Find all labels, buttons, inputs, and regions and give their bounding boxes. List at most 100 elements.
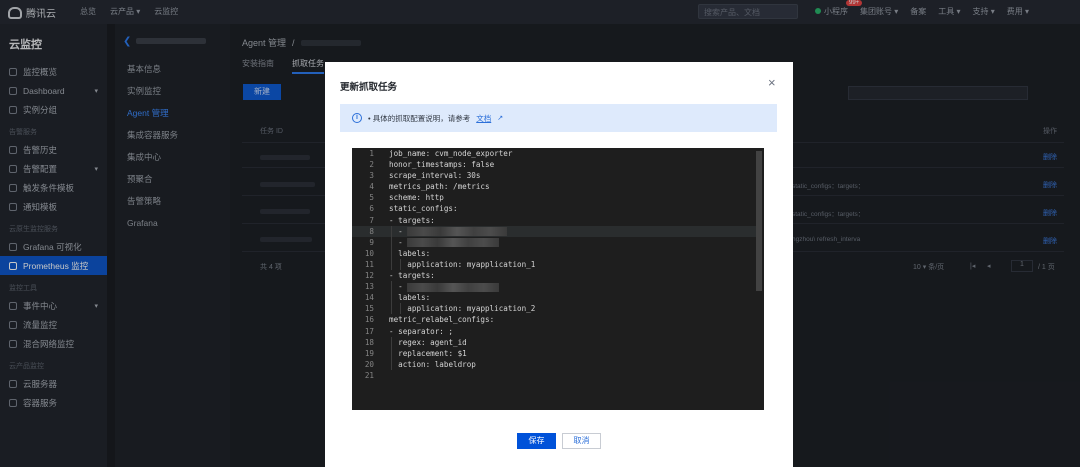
- code-line: 7 - targets:: [352, 215, 756, 226]
- code-text: action: labeldrop: [398, 359, 476, 369]
- info-icon: i: [352, 113, 362, 123]
- indent-guide: [391, 347, 392, 359]
- cancel-button[interactable]: 取消: [562, 433, 601, 449]
- line-number: 13: [364, 282, 374, 292]
- code-text-wrapper: scrape_interval: 30s: [374, 170, 480, 181]
- code-text-wrapper: labels:: [374, 292, 431, 304]
- line-number: 17: [364, 326, 374, 336]
- code-line: 11 application: myapplication_1: [352, 258, 756, 270]
- code-lines: 1 job_name: cvm_node_exporter 2 honor_times…: [352, 148, 756, 381]
- indent-guide: [400, 258, 402, 270]
- code-text-wrapper: -: [374, 225, 508, 237]
- code-text: job_name: cvm_node_exporter: [389, 149, 513, 158]
- code-text: application: myapplication_1: [407, 259, 536, 269]
- redacted-ip: [407, 282, 500, 292]
- code-text-wrapper: application: myapplication_1: [374, 258, 536, 270]
- code-text-wrapper: -: [374, 236, 500, 248]
- code-line: 12 - targets:: [352, 270, 756, 281]
- indent-guide: [391, 292, 392, 304]
- code-line: 21: [352, 370, 756, 381]
- indent-guide: [400, 303, 402, 315]
- code-text: -: [398, 282, 408, 292]
- code-line: 13 -: [352, 281, 756, 293]
- docs-link[interactable]: 文档: [476, 113, 491, 124]
- code-text-wrapper: metric_relabel_configs:: [374, 314, 494, 325]
- indent-guide: [391, 358, 392, 370]
- code-text-wrapper: [374, 370, 389, 381]
- code-text-wrapper: - targets:: [374, 270, 435, 281]
- code-text-wrapper: static_configs:: [374, 203, 458, 214]
- code-text-wrapper: job_name: cvm_node_exporter: [374, 148, 512, 159]
- line-number: 4: [369, 182, 374, 192]
- code-text-wrapper: regex: agent_id: [374, 336, 467, 348]
- line-number: 12: [364, 271, 374, 281]
- indent-guide: [391, 225, 392, 237]
- code-text-wrapper: replacement: $1: [374, 347, 467, 359]
- indent-guide: [391, 336, 392, 348]
- code-line: 5 scheme: http: [352, 192, 756, 203]
- line-number: 6: [369, 204, 374, 214]
- code-text-wrapper: honor_timestamps: false: [374, 159, 494, 170]
- line-number: 5: [369, 193, 374, 203]
- line-number: 9: [369, 237, 374, 247]
- code-text-wrapper: -: [374, 281, 500, 293]
- redacted-ip: [407, 227, 508, 237]
- indent-guide: [391, 247, 392, 259]
- code-text-wrapper: - targets:: [374, 215, 435, 226]
- code-text: -: [398, 237, 408, 247]
- code-text-wrapper: labels:: [374, 247, 431, 259]
- external-link-icon: ↗: [497, 115, 504, 122]
- line-number: 3: [369, 171, 374, 181]
- redacted-ip: [407, 238, 500, 248]
- code-text: scrape_interval: 30s: [389, 171, 481, 181]
- yaml-code-editor[interactable]: 1 job_name: cvm_node_exporter 2 honor_times…: [352, 148, 764, 410]
- code-text: metrics_path: /metrics: [389, 182, 490, 192]
- save-button[interactable]: 保存: [517, 433, 556, 449]
- code-line: 1 job_name: cvm_node_exporter: [352, 148, 756, 159]
- line-number: 11: [364, 259, 374, 269]
- code-text: metric_relabel_configs:: [389, 315, 495, 325]
- indent-guide: [391, 281, 392, 293]
- editor-scrollbar[interactable]: [756, 151, 762, 291]
- code-line: 4 metrics_path: /metrics: [352, 181, 756, 192]
- line-number: 14: [364, 293, 374, 303]
- line-number: 15: [364, 304, 374, 314]
- code-line: 18 regex: agent_id: [352, 336, 756, 348]
- info-text: • 具体的抓取配置说明，请参考: [368, 113, 471, 123]
- code-text-wrapper: metrics_path: /metrics: [374, 181, 490, 192]
- code-text: labels:: [398, 248, 431, 258]
- code-line: 8 -: [352, 225, 756, 237]
- code-line: 6 static_configs:: [352, 203, 756, 214]
- close-icon[interactable]: ×: [768, 76, 776, 89]
- line-number: 7: [369, 215, 374, 225]
- code-text-wrapper: application: myapplication_2: [374, 303, 536, 315]
- code-line: 10 labels:: [352, 247, 756, 259]
- code-text-wrapper: - separator: ;: [374, 326, 453, 337]
- line-number: 8: [369, 226, 374, 236]
- indent-guide: [391, 303, 392, 315]
- code-text: labels:: [398, 293, 431, 303]
- code-text: static_configs:: [389, 204, 458, 214]
- code-line: 14 labels:: [352, 292, 756, 304]
- code-text: application: myapplication_2: [407, 304, 536, 314]
- code-line: 15 application: myapplication_2: [352, 303, 756, 315]
- code-line: 20 action: labeldrop: [352, 358, 756, 370]
- code-line: 9 -: [352, 236, 756, 248]
- code-text: - targets:: [389, 215, 435, 225]
- code-text: - targets:: [389, 271, 435, 281]
- code-text: regex: agent_id: [398, 337, 467, 347]
- indent-guide: [391, 236, 392, 248]
- code-line: 17 - separator: ;: [352, 326, 756, 337]
- line-number: 20: [364, 359, 374, 369]
- info-banner: i • 具体的抓取配置说明，请参考 文档 ↗: [340, 104, 777, 132]
- code-line: 16 metric_relabel_configs:: [352, 314, 756, 325]
- code-line: 19 replacement: $1: [352, 347, 756, 359]
- code-line: 3 scrape_interval: 30s: [352, 170, 756, 181]
- code-text: scheme: http: [389, 193, 444, 203]
- code-text: - separator: ;: [389, 326, 454, 336]
- code-text-wrapper: action: labeldrop: [374, 358, 476, 370]
- line-number: 19: [364, 348, 374, 358]
- code-text: replacement: $1: [398, 348, 467, 358]
- code-text: honor_timestamps: false: [389, 160, 495, 170]
- indent-guide: [391, 258, 392, 270]
